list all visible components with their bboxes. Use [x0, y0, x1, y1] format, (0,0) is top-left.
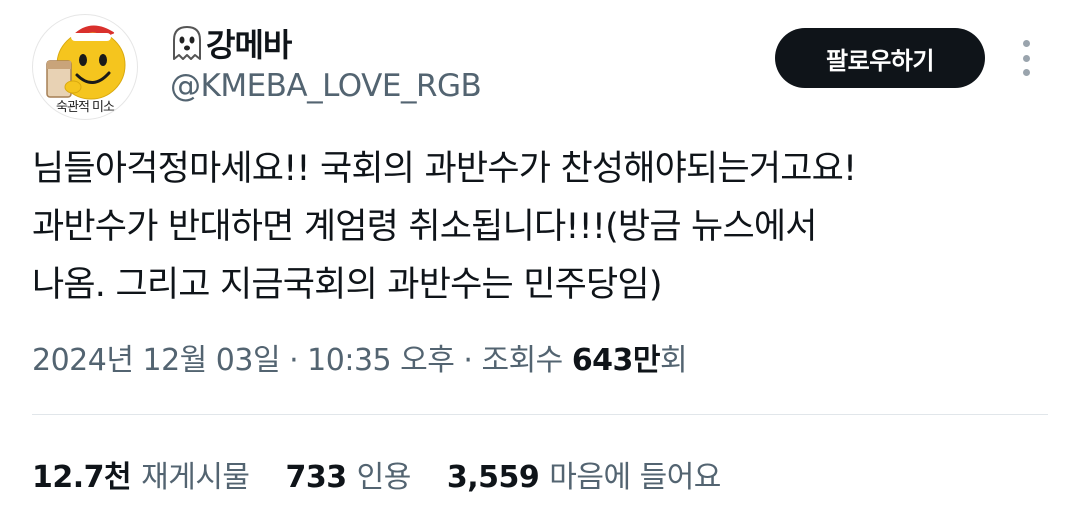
tweet-text-line: 님들아걱정마세요!! 국회의 과반수가 찬성해야되는거고요! — [32, 149, 857, 189]
tweet-meta: 2024년 12월 03일 · 10:35 오후 · 조회수 643만회 — [32, 335, 688, 379]
quotes-count[interactable]: 733 — [286, 460, 348, 495]
divider — [32, 414, 1048, 415]
tweet-text: 님들아걱정마세요!! 국회의 과반수가 찬성해야되는거고요! 과반수가 반대하면… — [32, 140, 1042, 314]
views-suffix: 회 — [660, 343, 688, 378]
avatar[interactable]: 숙관적 미소 — [32, 14, 138, 120]
timestamp[interactable]: 2024년 12월 03일 · 10:35 오후 · 조회수 — [32, 343, 572, 378]
retweets-label[interactable]: 재게시물 — [141, 452, 250, 496]
dot — [1022, 54, 1030, 62]
more-vertical-icon[interactable] — [1014, 40, 1038, 76]
follow-button[interactable]: 팔로우하기 — [775, 28, 985, 88]
retweets-count[interactable]: 12.7천 — [32, 452, 132, 496]
display-name: 강메바 — [206, 26, 292, 64]
quotes-label[interactable]: 인용 — [357, 452, 412, 496]
tweet-page: 숙관적 미소 강메바 @KMEBA_LOVE_RGB 팔로우하기 님들아걱정마세… — [0, 0, 1080, 520]
user-handle[interactable]: @KMEBA_LOVE_RGB — [170, 68, 482, 104]
engagement-stats: 12.7천 재게시물 733 인용 3,559 마음에 들어요 — [32, 452, 757, 496]
tweet-text-line: 나옴. 그리고 지금국회의 과반수는 민주당임) — [32, 265, 662, 305]
views-count: 643만 — [571, 343, 661, 378]
tweet-text-line: 과반수가 반대하면 계엄령 취소됩니다!!!(방금 뉴스에서 — [32, 207, 817, 247]
dot — [1022, 40, 1030, 47]
likes-count[interactable]: 3,559 — [447, 460, 540, 495]
dot — [1022, 69, 1030, 76]
display-name-row[interactable]: 강메바 — [170, 20, 292, 66]
likes-label[interactable]: 마음에 들어요 — [549, 452, 721, 496]
avatar-caption: 숙관적 미소 — [56, 100, 115, 115]
ghost-icon — [170, 25, 204, 61]
